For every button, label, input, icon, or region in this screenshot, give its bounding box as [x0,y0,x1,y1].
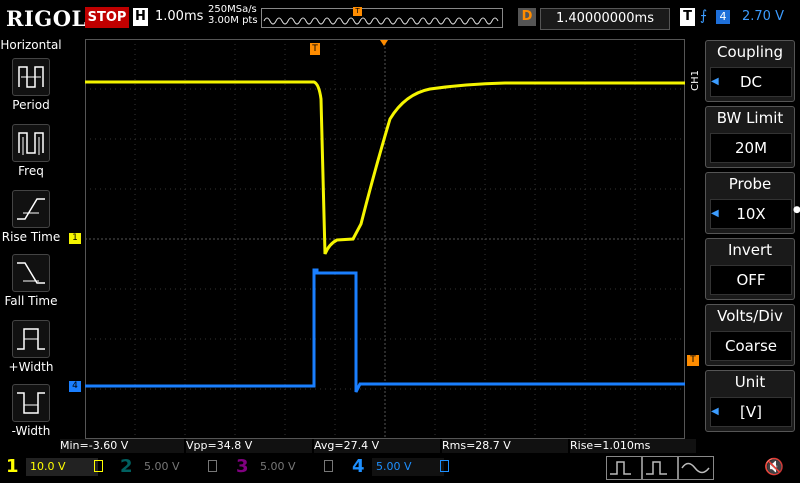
measure-positive-width[interactable]: +Width [0,318,62,380]
brand-logo: RIGOL [6,6,87,31]
memory-depth: 3.00M pts [208,15,258,26]
invert-title: Invert [727,241,773,259]
run-stop-status[interactable]: STOP [85,7,129,28]
channel-1-status[interactable]: 1 10.0 V [6,456,106,478]
period-icon [12,58,50,96]
invert-value: OFF [710,265,792,295]
probe-value: 10X [710,199,792,229]
rising-edge-icon: ⨍ [700,8,708,24]
positive-width-icon [12,320,50,358]
ch4-ground-marker[interactable]: 4 [69,381,81,392]
select-arrow-icon: ◀ [711,208,719,219]
channel-number: 1 [6,456,19,477]
dc-coupling-icon [208,460,217,472]
channel-number: 2 [120,456,133,477]
coupling-button[interactable]: Coupling DC ◀ [705,40,795,102]
bw-limit-value: 20M [710,133,792,163]
select-arrow-icon: ◀ [711,76,719,87]
channel-status-bar: 1 10.0 V 2 5.00 V 3 5.00 V 4 5.00 V 🔇 [0,453,800,480]
volts-div-title: Volts/Div [717,307,783,325]
ch1-ground-marker[interactable]: 1 [69,233,81,244]
channel-scale: 5.00 V [372,458,444,476]
dc-coupling-icon [440,460,449,472]
unit-button[interactable]: Unit [V] ◀ [705,370,795,432]
unit-value: [V] [710,397,792,427]
measure-freq[interactable]: Freq [0,122,62,184]
freq-label: Freq [18,164,44,178]
measure-period[interactable]: Period [0,56,62,118]
invert-button[interactable]: Invert OFF [705,238,795,300]
memory-trigger-marker: T [353,7,362,16]
page-indicator-icon: ● [793,205,800,215]
bw-limit-title: BW Limit [716,109,784,127]
horizontal-indicator: H [133,8,148,26]
math-channel-1-icon[interactable] [606,456,642,480]
fall-time-icon [12,254,50,292]
sine-wave-icon[interactable] [678,456,714,480]
probe-button[interactable]: Probe 10X ◀ [705,172,795,234]
trigger-source[interactable]: 4 [716,10,730,24]
measurement-rms: Rms=28.7 V [442,439,568,453]
sample-rate: 250MSa/s [208,4,257,15]
top-status-bar: RIGOL STOP H 1.00ms 250MSa/s 3.00M pts T… [0,0,800,36]
trigger-level-marker[interactable]: T [687,355,699,366]
channel-scale: 5.00 V [144,460,180,473]
measurement-rise: Rise=1.010ms [570,439,696,453]
volts-div-button[interactable]: Volts/Div Coarse [705,304,795,366]
horizontal-measure-menu: Horizontal Period Freq Rise Time Fall Ti… [0,36,62,452]
math-channel-2-icon[interactable] [642,456,678,480]
memory-waveform-icon [263,17,499,25]
acquisition-info: 250MSa/s 3.00M pts [208,4,258,26]
measure-negative-width[interactable]: -Width [0,382,62,444]
measurement-vpp: Vpp=34.8 V [186,439,312,453]
unit-title: Unit [734,373,766,391]
measurement-avg: Avg=27.4 V [314,439,440,453]
channel-number: 3 [236,456,249,477]
measure-rise-time[interactable]: Rise Time [0,188,62,250]
channel-3-status[interactable]: 3 5.00 V [236,456,336,478]
menu-title: Horizontal [0,38,62,52]
trigger-level[interactable]: 2.70 V [742,9,784,24]
delay-value[interactable]: 1.40000000ms [540,8,670,30]
channel-number: 4 [352,456,365,477]
channel-2-status[interactable]: 2 5.00 V [120,456,220,478]
timebase-value[interactable]: 1.00ms [155,9,203,24]
channel-scale: 5.00 V [260,460,296,473]
measure-fall-time[interactable]: Fall Time [0,252,62,314]
fall-time-label: Fall Time [4,294,58,308]
coupling-value: DC [710,67,792,97]
bw-limit-button[interactable]: BW Limit 20M [705,106,795,168]
rise-time-icon [12,190,50,228]
dc-coupling-icon [324,460,333,472]
negative-width-label: -Width [11,424,51,438]
trigger-position-marker[interactable]: T [310,43,320,55]
measurement-min: Min=-3.60 V [60,439,184,453]
positive-width-label: +Width [8,360,54,374]
channel-menu-label: CH1 [690,70,701,91]
trigger-indicator: T [680,8,695,26]
select-arrow-icon: ◀ [711,406,719,417]
period-label: Period [12,98,50,112]
waveform-display[interactable] [85,39,685,439]
negative-width-icon [12,384,50,422]
dc-coupling-icon [94,460,103,472]
rise-time-label: Rise Time [1,230,61,244]
channel-4-status[interactable]: 4 5.00 V [352,456,452,478]
delay-marker-icon [380,40,388,46]
volts-div-value: Coarse [710,331,792,361]
graticule [85,39,685,439]
memory-overview[interactable]: T [261,7,503,28]
channel-scale: 10.0 V [26,458,98,476]
frequency-icon [12,124,50,162]
probe-title: Probe [728,175,772,193]
delay-indicator: D [518,8,536,26]
speaker-muted-icon[interactable]: 🔇 [764,457,784,476]
coupling-title: Coupling [716,43,784,61]
